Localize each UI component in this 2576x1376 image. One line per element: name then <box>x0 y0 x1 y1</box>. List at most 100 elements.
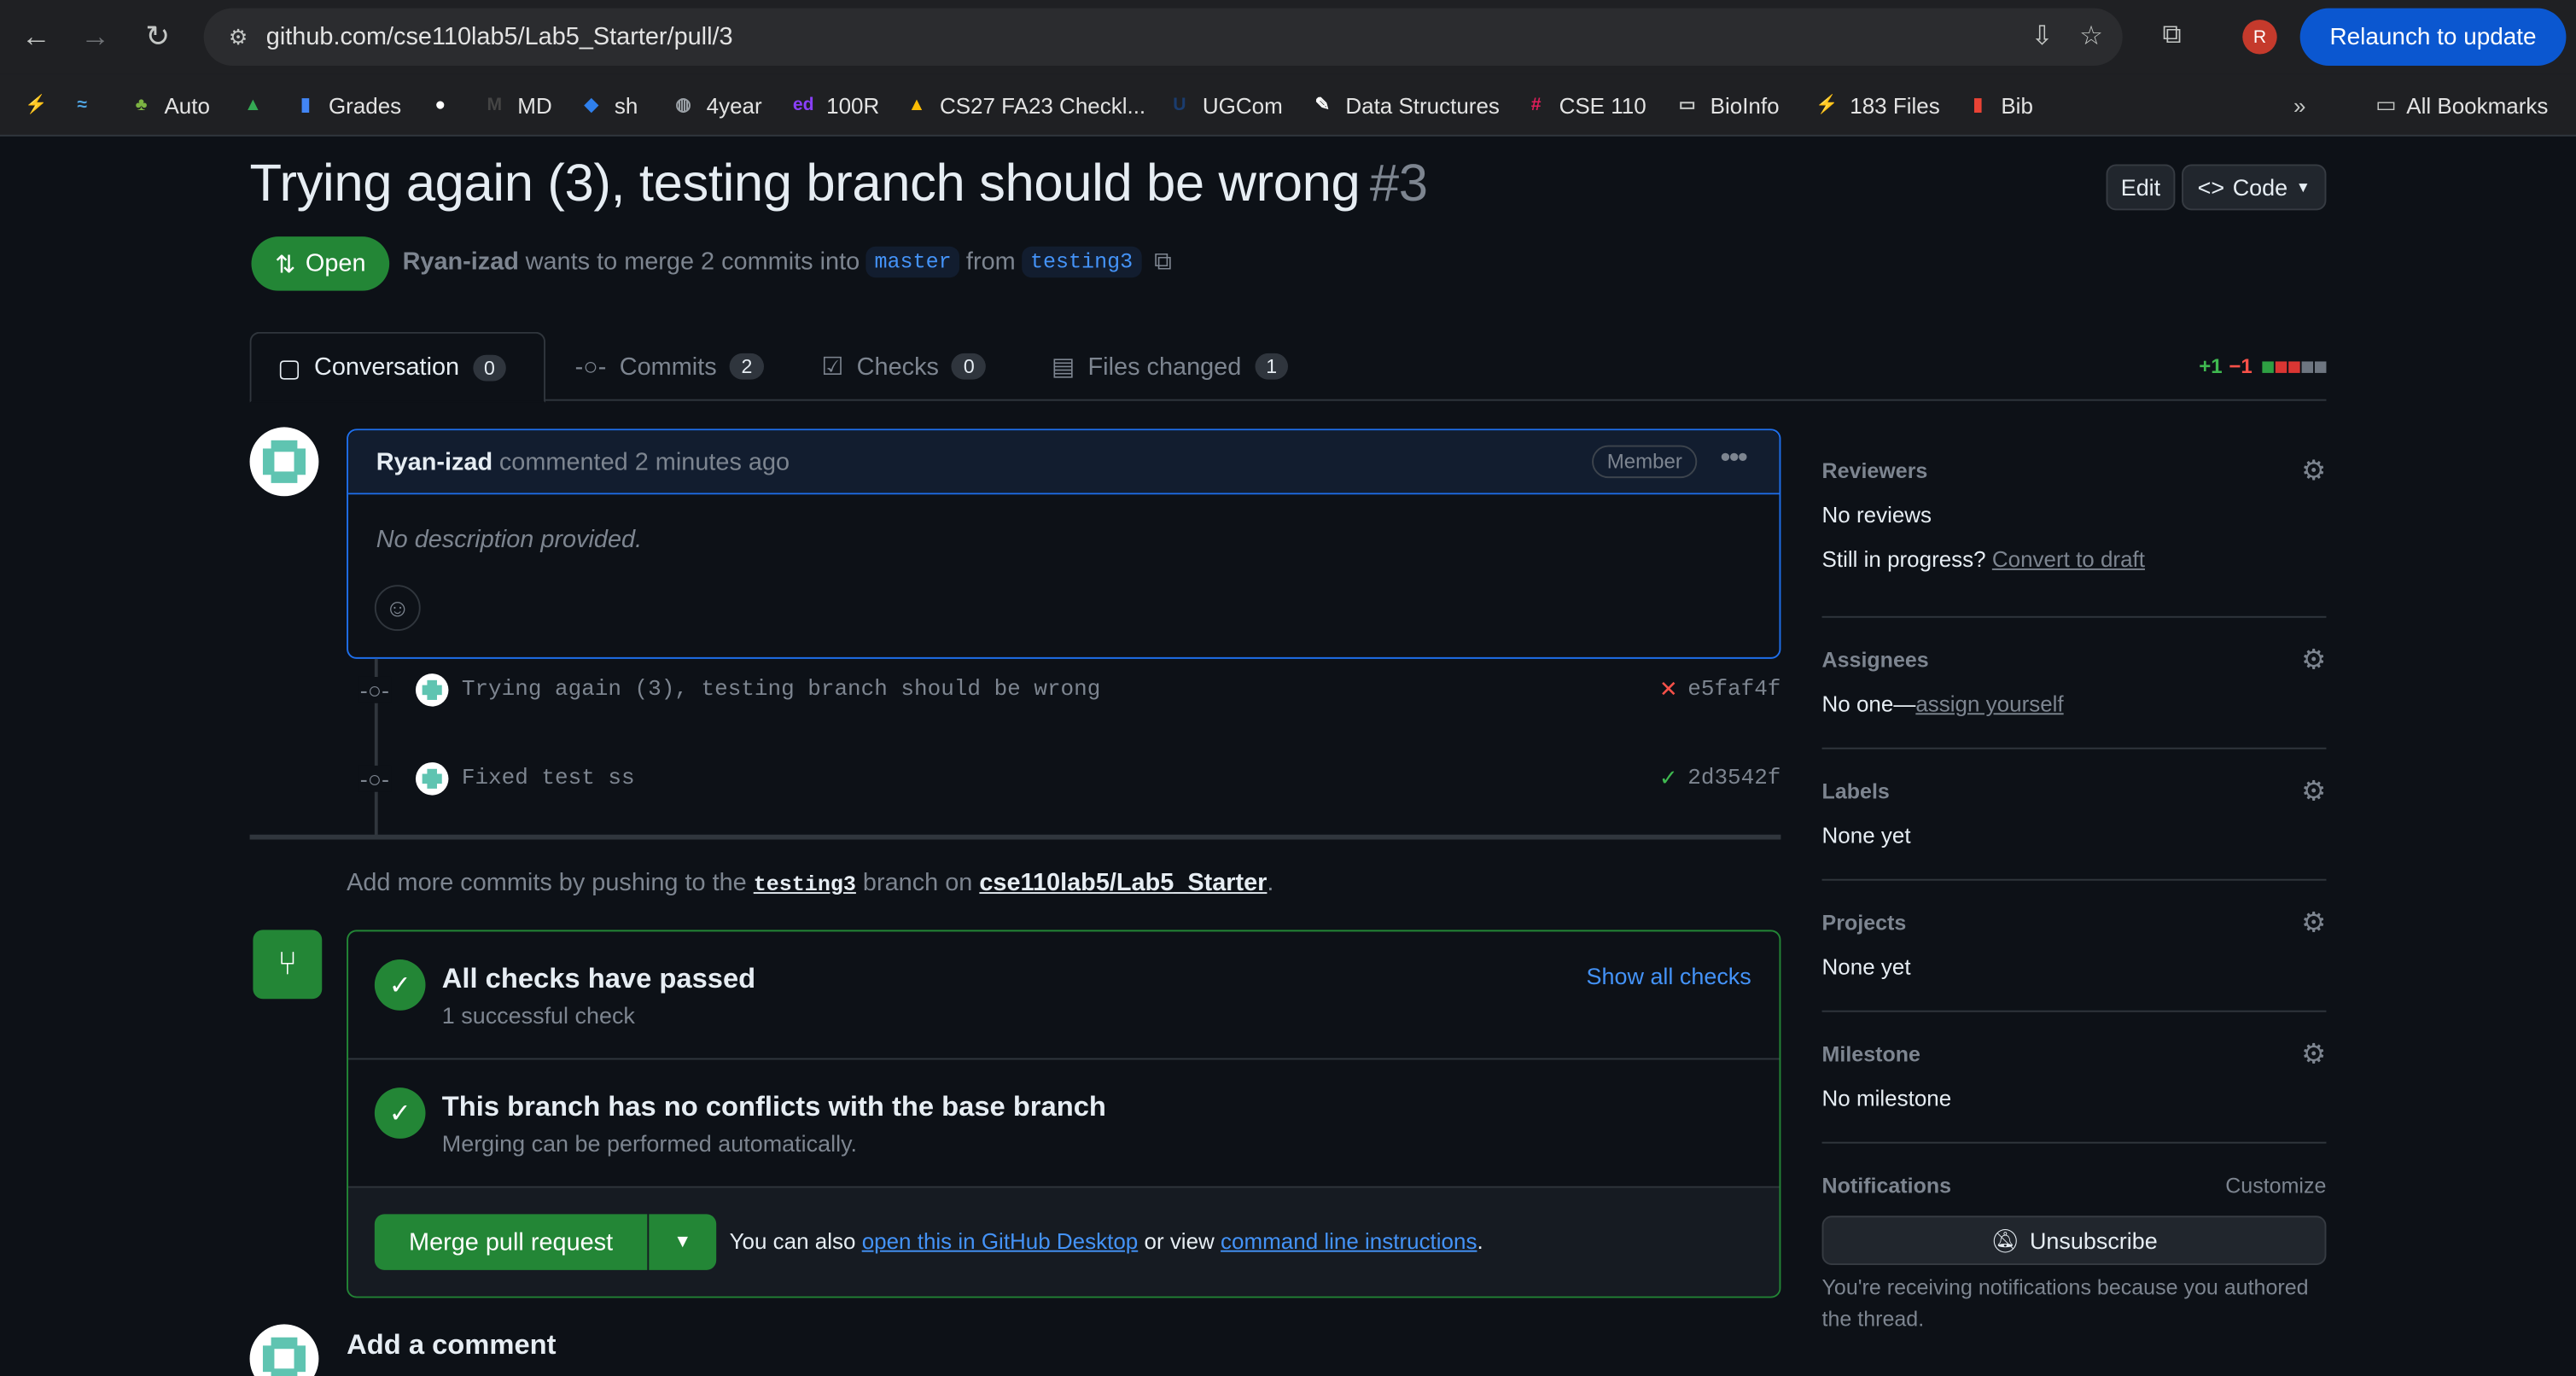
bookmark-item[interactable]: # CSE 110 <box>1523 87 1646 123</box>
bar-chart-icon: ▮ <box>300 95 311 115</box>
install-app-icon[interactable]: ⇩ <box>2031 20 2053 52</box>
bookmark-label: Bib <box>2001 92 2033 118</box>
labels-title[interactable]: Labels <box>1822 778 2327 803</box>
also-text: or view <box>1144 1228 1215 1254</box>
tab-commits[interactable]: -○- Commits 2 <box>549 332 790 401</box>
more-bookmarks-icon[interactable]: » <box>2293 87 2305 123</box>
tab-conversation[interactable]: ▢ Conversation 0 <box>249 331 546 403</box>
show-all-checks-link[interactable]: Show all checks <box>1587 963 1751 989</box>
projects-title[interactable]: Projects <box>1822 910 2327 935</box>
quill-icon: ✎ <box>1314 95 1331 115</box>
assign-yourself-link[interactable]: assign yourself <box>1915 691 2063 716</box>
assignees-title[interactable]: Assignees <box>1822 647 2327 672</box>
chevron-down-icon[interactable]: ▼ <box>649 1214 717 1270</box>
code-button[interactable]: <> Code ▼ <box>2182 164 2327 211</box>
relaunch-button[interactable]: Relaunch to update <box>2299 8 2567 66</box>
avatar[interactable] <box>415 762 449 796</box>
pr-description-comment: Ryan-izad commented 2 minutes ago Member… <box>347 429 1781 659</box>
gear-icon[interactable]: ⚙ <box>2301 455 2326 487</box>
author-link[interactable]: Ryan-izad <box>403 248 519 277</box>
site-settings-icon[interactable]: ⚙ <box>220 19 256 55</box>
commit-message[interactable]: Fixed test ss <box>462 767 635 791</box>
all-bookmarks-button[interactable]: ▭ All Bookmarks <box>2375 87 2548 123</box>
tab-label: Conversation <box>313 353 460 382</box>
slack-icon: # <box>1530 95 1542 115</box>
notification-reason: You're receiving notifications because y… <box>1821 1274 2309 1332</box>
gear-icon[interactable]: ⚙ <box>2301 775 2326 808</box>
bookmark-item[interactable]: ▮ Grades <box>293 87 402 123</box>
unsubscribe-button[interactable]: 🔕︎ Unsubscribe <box>1821 1216 2327 1266</box>
copy-icon[interactable]: ⧉ <box>1154 248 1172 277</box>
kebab-menu-icon[interactable]: ••• <box>1720 440 1748 475</box>
add-reaction-icon[interactable]: ☺ <box>374 585 421 632</box>
pr-number: #3 <box>1369 153 1428 213</box>
merge-box: ✓ All checks have passed 1 successful ch… <box>347 930 1781 1298</box>
diffstat-blocks <box>2262 360 2327 372</box>
repo-link[interactable]: cse110lab5/Lab5_Starter <box>979 869 1267 897</box>
gear-icon[interactable]: ⚙ <box>2301 1038 2326 1070</box>
commit-sha[interactable]: e5faf4f <box>1687 678 1780 703</box>
bookmark-label: 100R <box>826 92 880 118</box>
reload-icon[interactable]: ↻ <box>135 13 181 59</box>
url-text[interactable]: github.com/cse110lab5/Lab5_Starter/pull/… <box>266 23 733 51</box>
bookmark-item[interactable]: ⚡ 183 Files <box>1814 87 1940 123</box>
forward-icon[interactable]: → <box>73 13 119 59</box>
bookmark-label: Grades <box>328 92 402 118</box>
bookmark-item[interactable]: ed 100R <box>790 87 879 123</box>
back-icon[interactable]: ← <box>13 13 59 59</box>
bookmark-item[interactable]: M MD <box>481 87 552 123</box>
tab-label: Files changed <box>1087 352 1242 381</box>
bookmark-item[interactable]: ♣ Auto <box>128 87 210 123</box>
bolt-icon: ⚡ <box>25 95 48 115</box>
commit-sha[interactable]: 2d3542f <box>1687 767 1780 791</box>
pr-title-text: Trying again (3), testing branch should … <box>249 153 1361 213</box>
bookmark-item[interactable]: ◍ 4year <box>670 87 761 123</box>
convert-to-draft-link[interactable]: Convert to draft <box>1992 547 2145 572</box>
diffstat-deletions: −1 <box>2229 354 2253 378</box>
bookmark-item[interactable]: ≈ <box>69 87 96 123</box>
tab-counter: 1 <box>1254 353 1289 380</box>
bookmark-item[interactable]: U UGCom <box>1167 87 1282 123</box>
bookmark-label: 183 Files <box>1850 92 1940 118</box>
ucsd-icon: U <box>1173 95 1186 115</box>
bookmark-item[interactable]: ● <box>427 87 453 123</box>
state-label: Open <box>305 249 366 278</box>
commit-message[interactable]: Trying again (3), testing branch should … <box>462 678 1100 703</box>
gear-icon[interactable]: ⚙ <box>2301 644 2326 677</box>
bookmark-item[interactable]: ▮ Bib <box>1965 87 2033 123</box>
tab-label: Checks <box>856 352 939 381</box>
sidebar-divider <box>1821 1141 2327 1144</box>
merge-pull-request-button[interactable]: Merge pull request <box>374 1214 648 1270</box>
bookmark-item[interactable]: ✎ Data Structures <box>1309 87 1500 123</box>
bookmark-item[interactable]: ▲ <box>240 87 266 123</box>
github-desktop-link[interactable]: open this in GitHub Desktop <box>862 1229 1139 1254</box>
tab-files-changed[interactable]: ▤ Files changed 1 <box>1025 332 1314 401</box>
bookmark-item[interactable]: ⚡ <box>23 87 50 123</box>
push-branch-link[interactable]: testing3 <box>754 872 856 897</box>
extensions-icon[interactable]: ⧉ <box>2149 13 2195 59</box>
bookmark-item[interactable]: ▲ CS27 FA23 Checkl... <box>904 87 1146 123</box>
list-item: -○- Trying again (3), testing branch sho… <box>358 672 1781 708</box>
milestone-title[interactable]: Milestone <box>1822 1041 2327 1066</box>
avatar[interactable]: R <box>2242 20 2277 55</box>
address-bar[interactable]: ⚙ github.com/cse110lab5/Lab5_Starter/pul… <box>203 8 2123 66</box>
check-icon[interactable]: ✓ <box>1659 765 1678 793</box>
bookmark-item[interactable]: ▭ BioInfo <box>1674 87 1780 123</box>
gear-icon[interactable]: ⚙ <box>2301 907 2326 939</box>
avatar[interactable] <box>249 427 319 497</box>
head-branch[interactable]: testing3 <box>1022 246 1141 278</box>
commit-icon: -○- <box>574 352 607 381</box>
star-icon[interactable]: ☆ <box>2079 20 2103 52</box>
code-icon: <> <box>2197 174 2225 201</box>
avatar[interactable] <box>415 673 449 707</box>
comment-author[interactable]: Ryan-izad <box>376 447 492 475</box>
command-line-link[interactable]: command line instructions <box>1221 1229 1477 1254</box>
base-branch[interactable]: master <box>865 246 960 278</box>
list-item: -○- Fixed test ss ✓ 2d3542f <box>358 761 1781 796</box>
edit-button[interactable]: Edit <box>2106 164 2176 211</box>
bookmark-item[interactable]: ◆ sh <box>579 87 638 123</box>
fail-icon[interactable]: ✕ <box>1659 676 1678 704</box>
reviewers-title[interactable]: Reviewers <box>1822 458 2327 483</box>
customize-link[interactable]: Customize <box>2225 1173 2326 1198</box>
tab-checks[interactable]: ☑ Checks 0 <box>796 332 1012 401</box>
